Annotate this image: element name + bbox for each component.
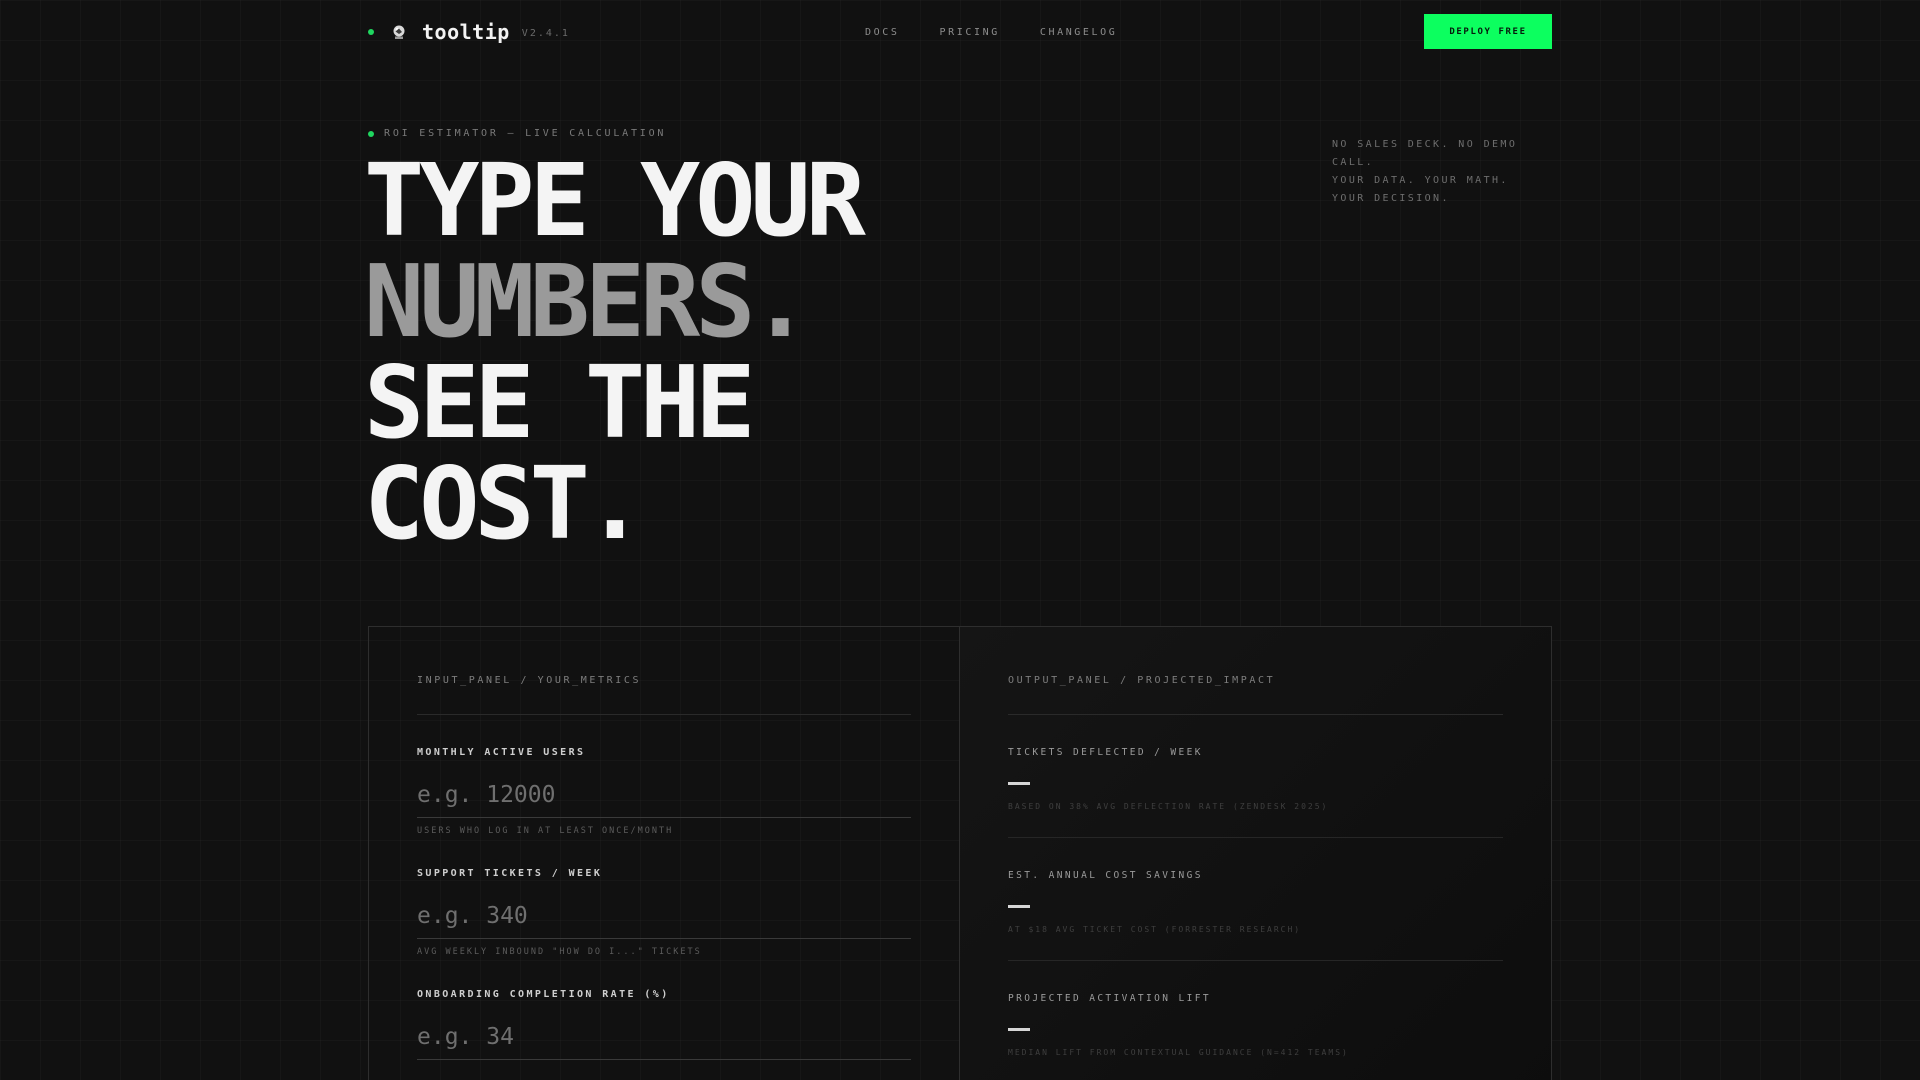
crystal-ball-icon bbox=[390, 23, 408, 41]
metric-note: AT $18 AVG TICKET COST (FORRESTER RESEAR… bbox=[1008, 925, 1302, 934]
headline-line-2: NUMBERS. bbox=[364, 243, 811, 360]
nav-links: DOCS PRICING CHANGELOG bbox=[865, 14, 1157, 50]
field-label: SUPPORT TICKETS / WEEK bbox=[417, 868, 603, 879]
onboarding-completion-input[interactable] bbox=[417, 1014, 911, 1060]
field-label: MONTHLY ACTIVE USERS bbox=[417, 747, 586, 758]
field-hint: AVG WEEKLY INBOUND "HOW DO I..." TICKETS bbox=[417, 947, 702, 957]
headline-line-1: TYPE YOUR bbox=[364, 142, 866, 259]
tagline-line: NO SALES DECK. NO DEMO bbox=[1332, 139, 1518, 150]
roi-calculator: INPUT_PANEL / YOUR_METRICS MONTHLY ACTIV… bbox=[368, 626, 1552, 1080]
empty-value-dash bbox=[1008, 1027, 1030, 1031]
metric-value bbox=[1008, 899, 1503, 913]
metric-label: PROJECTED ACTIVATION LIFT bbox=[1008, 993, 1211, 1004]
divider bbox=[1008, 714, 1503, 715]
support-tickets-input[interactable] bbox=[417, 893, 911, 939]
metric-label: TICKETS DEFLECTED / WEEK bbox=[1008, 747, 1203, 758]
input-panel-title: INPUT_PANEL / YOUR_METRICS bbox=[417, 675, 642, 686]
field-label: ONBOARDING COMPLETION RATE (%) bbox=[417, 989, 670, 1000]
nav-link-changelog[interactable]: CHANGELOG bbox=[1040, 27, 1118, 38]
metric-annual-savings: EST. ANNUAL COST SAVINGS AT $18 AVG TICK… bbox=[1008, 837, 1503, 960]
field-hint: USERS WHO LOG IN AT LEAST ONCE/MONTH bbox=[417, 826, 674, 836]
status-dot bbox=[368, 29, 374, 35]
top-nav: tooltip V2.4.1 DOCS PRICING CHANGELOG DE… bbox=[368, 14, 1552, 50]
output-panel-title: OUTPUT_PANEL / PROJECTED_IMPACT bbox=[1008, 675, 1276, 686]
metric-tickets-deflected: TICKETS DEFLECTED / WEEK BASED ON 38% AV… bbox=[1008, 747, 1503, 837]
tagline-line: YOUR DATA. YOUR MATH. bbox=[1332, 175, 1509, 186]
brand[interactable]: tooltip V2.4.1 bbox=[368, 14, 570, 50]
field-monthly-active-users: MONTHLY ACTIVE USERS USERS WHO LOG IN AT… bbox=[417, 747, 911, 836]
headline-line-4: COST. bbox=[364, 445, 645, 562]
metric-label: EST. ANNUAL COST SAVINGS bbox=[1008, 870, 1203, 881]
field-onboarding-completion: ONBOARDING COMPLETION RATE (%) bbox=[417, 989, 911, 1060]
output-panel: OUTPUT_PANEL / PROJECTED_IMPACT TICKETS … bbox=[960, 627, 1551, 1080]
version-label: V2.4.1 bbox=[521, 27, 570, 39]
deploy-free-button[interactable]: DEPLOY FREE bbox=[1424, 14, 1552, 49]
status-dot bbox=[368, 130, 374, 137]
metric-value bbox=[1008, 776, 1503, 790]
eyebrow: ROI ESTIMATOR — LIVE CALCULATION bbox=[368, 128, 666, 139]
page-title: TYPE YOUR NUMBERS. SEE THE COST. bbox=[364, 142, 866, 562]
metric-activation-lift: PROJECTED ACTIVATION LIFT MEDIAN LIFT FR… bbox=[1008, 960, 1503, 1080]
metric-value bbox=[1008, 1022, 1503, 1036]
brand-name: tooltip bbox=[422, 20, 510, 44]
metric-note: BASED ON 38% AVG DEFLECTION RATE (ZENDES… bbox=[1008, 802, 1329, 811]
tagline-line: YOUR DECISION. bbox=[1332, 193, 1450, 204]
nav-link-docs[interactable]: DOCS bbox=[865, 27, 899, 38]
empty-value-dash bbox=[1008, 781, 1030, 785]
nav-link-pricing[interactable]: PRICING bbox=[939, 27, 999, 38]
tagline-line: CALL. bbox=[1332, 157, 1375, 168]
tagline: NO SALES DECK. NO DEMO CALL. YOUR DATA. … bbox=[1332, 136, 1552, 208]
empty-value-dash bbox=[1008, 904, 1030, 908]
input-panel: INPUT_PANEL / YOUR_METRICS MONTHLY ACTIV… bbox=[369, 627, 960, 1080]
metric-note: MEDIAN LIFT FROM CONTEXTUAL GUIDANCE (N=… bbox=[1008, 1048, 1349, 1057]
eyebrow-text: ROI ESTIMATOR — LIVE CALCULATION bbox=[384, 128, 667, 139]
monthly-active-users-input[interactable] bbox=[417, 772, 911, 818]
headline-line-3: SEE THE bbox=[364, 344, 755, 461]
field-support-tickets: SUPPORT TICKETS / WEEK AVG WEEKLY INBOUN… bbox=[417, 868, 911, 957]
divider bbox=[417, 714, 911, 715]
